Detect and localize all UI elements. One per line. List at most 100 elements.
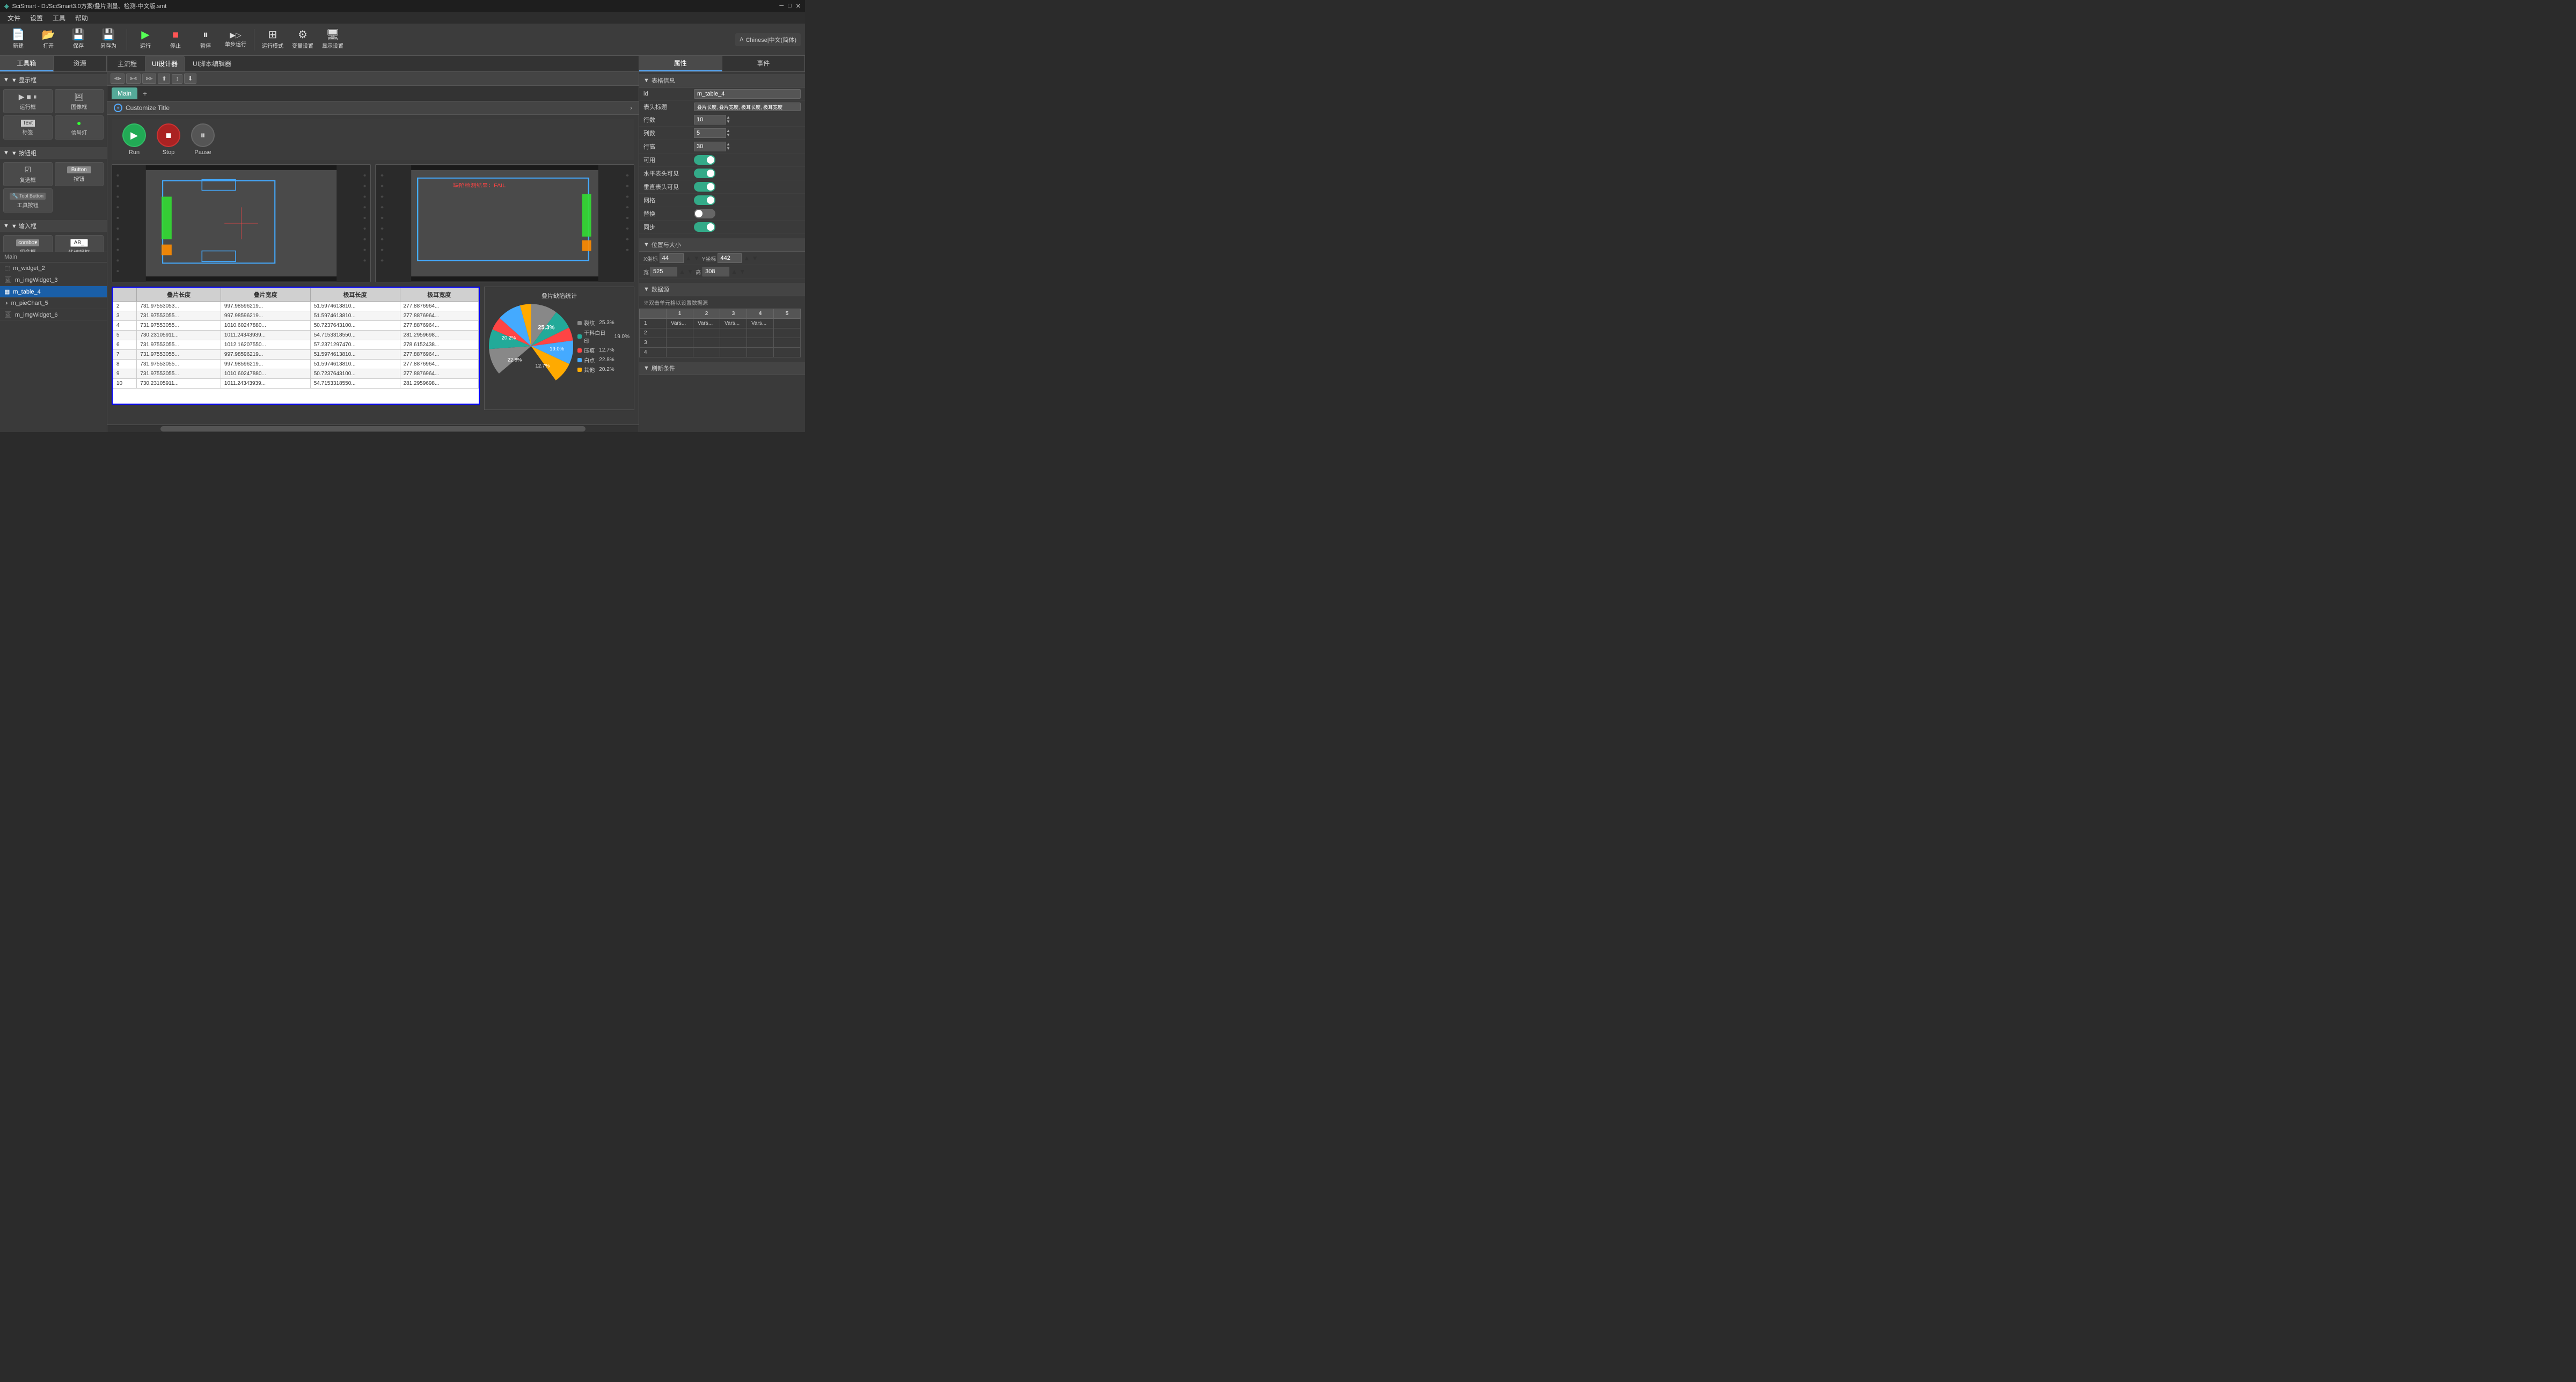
layer-m_table_4[interactable]: ▦ m_table_4 bbox=[0, 286, 107, 298]
rowheight-down-arrow[interactable]: ▼ bbox=[726, 147, 730, 151]
stop-toolbar-button[interactable]: ■ 停止 bbox=[162, 26, 189, 54]
table-cell-4-2[interactable]: 1012.16207550... bbox=[221, 340, 310, 350]
open-button[interactable]: 📂 打开 bbox=[34, 26, 62, 54]
ds-row-2-c2[interactable] bbox=[693, 328, 720, 338]
prop-rows-input[interactable] bbox=[694, 115, 726, 125]
pause-toolbar-button[interactable]: ⏸ 暂停 bbox=[192, 26, 219, 54]
table-cell-7-4[interactable]: 277.8876964... bbox=[400, 369, 478, 379]
tab-properties[interactable]: 属性 bbox=[639, 56, 722, 71]
y-down[interactable]: ▼ bbox=[752, 254, 758, 262]
table-cell-4-0[interactable]: 6 bbox=[113, 340, 137, 350]
ds-row-4-c5[interactable] bbox=[774, 348, 801, 357]
align-bottom-button[interactable]: ⬇ bbox=[184, 74, 196, 84]
run-ui-button[interactable]: ▶ Run bbox=[122, 123, 146, 156]
tab-ui-designer[interactable]: UI设计器 bbox=[145, 56, 185, 71]
prop-vheader-toggle[interactable] bbox=[694, 182, 715, 192]
table-cell-4-1[interactable]: 731.97553055... bbox=[137, 340, 221, 350]
table-cell-1-2[interactable]: 997.98596219... bbox=[221, 311, 310, 321]
table-cell-1-1[interactable]: 731.97553055... bbox=[137, 311, 221, 321]
prop-sync-toggle[interactable] bbox=[694, 222, 715, 232]
data-table-widget[interactable]: 叠片长度 叠片宽度 极耳长度 极耳宽度 2731.97553053...997.… bbox=[112, 287, 480, 405]
align-center-button[interactable]: ⫸⫷ bbox=[126, 74, 140, 84]
align-left-button[interactable]: ⫷⫸ bbox=[111, 74, 125, 84]
layer-m_pieChart_5[interactable]: ◑ m_pieChart_5 bbox=[0, 298, 107, 309]
table-cell-8-0[interactable]: 10 bbox=[113, 379, 137, 389]
prop-grid-toggle[interactable] bbox=[694, 195, 715, 205]
ds-row-3-c1[interactable] bbox=[667, 338, 693, 348]
ds-row-1-c3[interactable]: Vars... bbox=[720, 319, 747, 328]
rows-arrows[interactable]: ▲ ▼ bbox=[726, 115, 730, 124]
pause-ui-button[interactable]: ⏸ Pause bbox=[191, 123, 215, 156]
table-cell-5-4[interactable]: 277.8876964... bbox=[400, 350, 478, 360]
tool-imageframe[interactable]: 🖼 图像框 bbox=[55, 89, 104, 113]
bottom-scroll[interactable] bbox=[107, 425, 639, 432]
x-up[interactable]: ▲ bbox=[685, 254, 692, 262]
tool-checkbox[interactable]: ☑ 复选框 bbox=[3, 162, 53, 186]
varset-button[interactable]: ⚙ 变量设置 bbox=[289, 26, 317, 54]
step-button[interactable]: ▶▷ 单步运行 bbox=[222, 26, 250, 54]
mode-button[interactable]: ⊞ 运行模式 bbox=[259, 26, 287, 54]
table-cell-5-0[interactable]: 7 bbox=[113, 350, 137, 360]
tool-button[interactable]: Button 按钮 bbox=[55, 162, 104, 186]
tool-label[interactable]: Text 标签 bbox=[3, 115, 53, 140]
ds-row-1-c1[interactable]: Vars... bbox=[667, 319, 693, 328]
pause-circle[interactable]: ⏸ bbox=[191, 123, 215, 147]
table-cell-2-0[interactable]: 4 bbox=[113, 321, 137, 331]
ds-row-4-c1[interactable] bbox=[667, 348, 693, 357]
bottom-scroll-bar[interactable] bbox=[160, 426, 586, 432]
table-info-header[interactable]: ▼ 表格信息 bbox=[639, 74, 805, 87]
layer-m_imgWidget_3[interactable]: 🖼 m_imgWidget_3 bbox=[0, 274, 107, 286]
table-cell-0-0[interactable]: 2 bbox=[113, 302, 137, 311]
tab-main-flow[interactable]: 主流程 bbox=[111, 56, 144, 71]
table-cell-8-3[interactable]: 54.7153318550... bbox=[310, 379, 400, 389]
x-down[interactable]: ▼ bbox=[693, 254, 700, 262]
table-cell-1-3[interactable]: 51.5974613810... bbox=[310, 311, 400, 321]
save-button[interactable]: 💾 保存 bbox=[64, 26, 92, 54]
minimize-btn[interactable]: ─ bbox=[779, 3, 784, 10]
tool-toolbutton[interactable]: 🔧 Tool Button 工具按钮 bbox=[3, 188, 53, 213]
layer-m_widget_2[interactable]: ⬚ m_widget_2 bbox=[0, 262, 107, 274]
x-arrows[interactable]: ▲ ▼ bbox=[685, 254, 700, 262]
table-cell-1-4[interactable]: 277.8876964... bbox=[400, 311, 478, 321]
cols-arrows[interactable]: ▲ ▼ bbox=[726, 129, 730, 137]
rows-down-arrow[interactable]: ▼ bbox=[726, 120, 730, 124]
table-cell-6-1[interactable]: 731.97553055... bbox=[137, 360, 221, 369]
table-cell-6-2[interactable]: 997.98596219... bbox=[221, 360, 310, 369]
table-cell-7-2[interactable]: 1010.60247880... bbox=[221, 369, 310, 379]
table-cell-8-2[interactable]: 1011.24343939... bbox=[221, 379, 310, 389]
ds-row-4-c4[interactable] bbox=[747, 348, 774, 357]
ds-row-3-c5[interactable] bbox=[774, 338, 801, 348]
table-cell-8-1[interactable]: 730.23105911... bbox=[137, 379, 221, 389]
tool-signallight[interactable]: ● 信号灯 bbox=[55, 115, 104, 140]
tool-runframe[interactable]: ▶ ■ ⏸ 运行框 bbox=[3, 89, 53, 113]
w-down[interactable]: ▼ bbox=[687, 268, 693, 275]
table-cell-7-1[interactable]: 731.97553055... bbox=[137, 369, 221, 379]
button-section-header[interactable]: ▼ ▼ 按钮组 bbox=[0, 147, 107, 159]
table-cell-3-4[interactable]: 281.2959698... bbox=[400, 331, 478, 340]
cols-down-arrow[interactable]: ▼ bbox=[726, 133, 730, 137]
table-cell-4-4[interactable]: 278.6152438... bbox=[400, 340, 478, 350]
ds-row-3-c3[interactable] bbox=[720, 338, 747, 348]
new-button[interactable]: 📄 新建 bbox=[4, 26, 32, 54]
ds-row-2-c1[interactable] bbox=[667, 328, 693, 338]
toolbox-tab[interactable]: 工具箱 bbox=[0, 56, 54, 71]
table-cell-6-3[interactable]: 51.5974613810... bbox=[310, 360, 400, 369]
table-cell-2-4[interactable]: 277.8876964... bbox=[400, 321, 478, 331]
align-top-button[interactable]: ⬆ bbox=[158, 74, 170, 84]
ds-row-4-c3[interactable] bbox=[720, 348, 747, 357]
ds-row-1-c2[interactable]: Vars... bbox=[693, 319, 720, 328]
table-cell-5-1[interactable]: 731.97553055... bbox=[137, 350, 221, 360]
table-cell-4-3[interactable]: 57.2371297470... bbox=[310, 340, 400, 350]
input-section-header[interactable]: ▼ ▼ 输入框 bbox=[0, 220, 107, 232]
align-right-button[interactable]: ⫸⫸ bbox=[142, 74, 156, 84]
x-input[interactable] bbox=[660, 253, 684, 263]
ds-row-4-c2[interactable] bbox=[693, 348, 720, 357]
y-up[interactable]: ▲ bbox=[743, 254, 750, 262]
menu-help[interactable]: 帮助 bbox=[71, 12, 92, 24]
table-cell-7-3[interactable]: 50.7237643100... bbox=[310, 369, 400, 379]
ds-row-2-c3[interactable] bbox=[720, 328, 747, 338]
lang-button[interactable]: A Chinese|中文(简体) bbox=[735, 33, 801, 46]
prop-replace-toggle[interactable] bbox=[694, 209, 715, 218]
table-cell-2-3[interactable]: 50.7237643100... bbox=[310, 321, 400, 331]
run-toolbar-button[interactable]: ▶ 运行 bbox=[131, 26, 159, 54]
